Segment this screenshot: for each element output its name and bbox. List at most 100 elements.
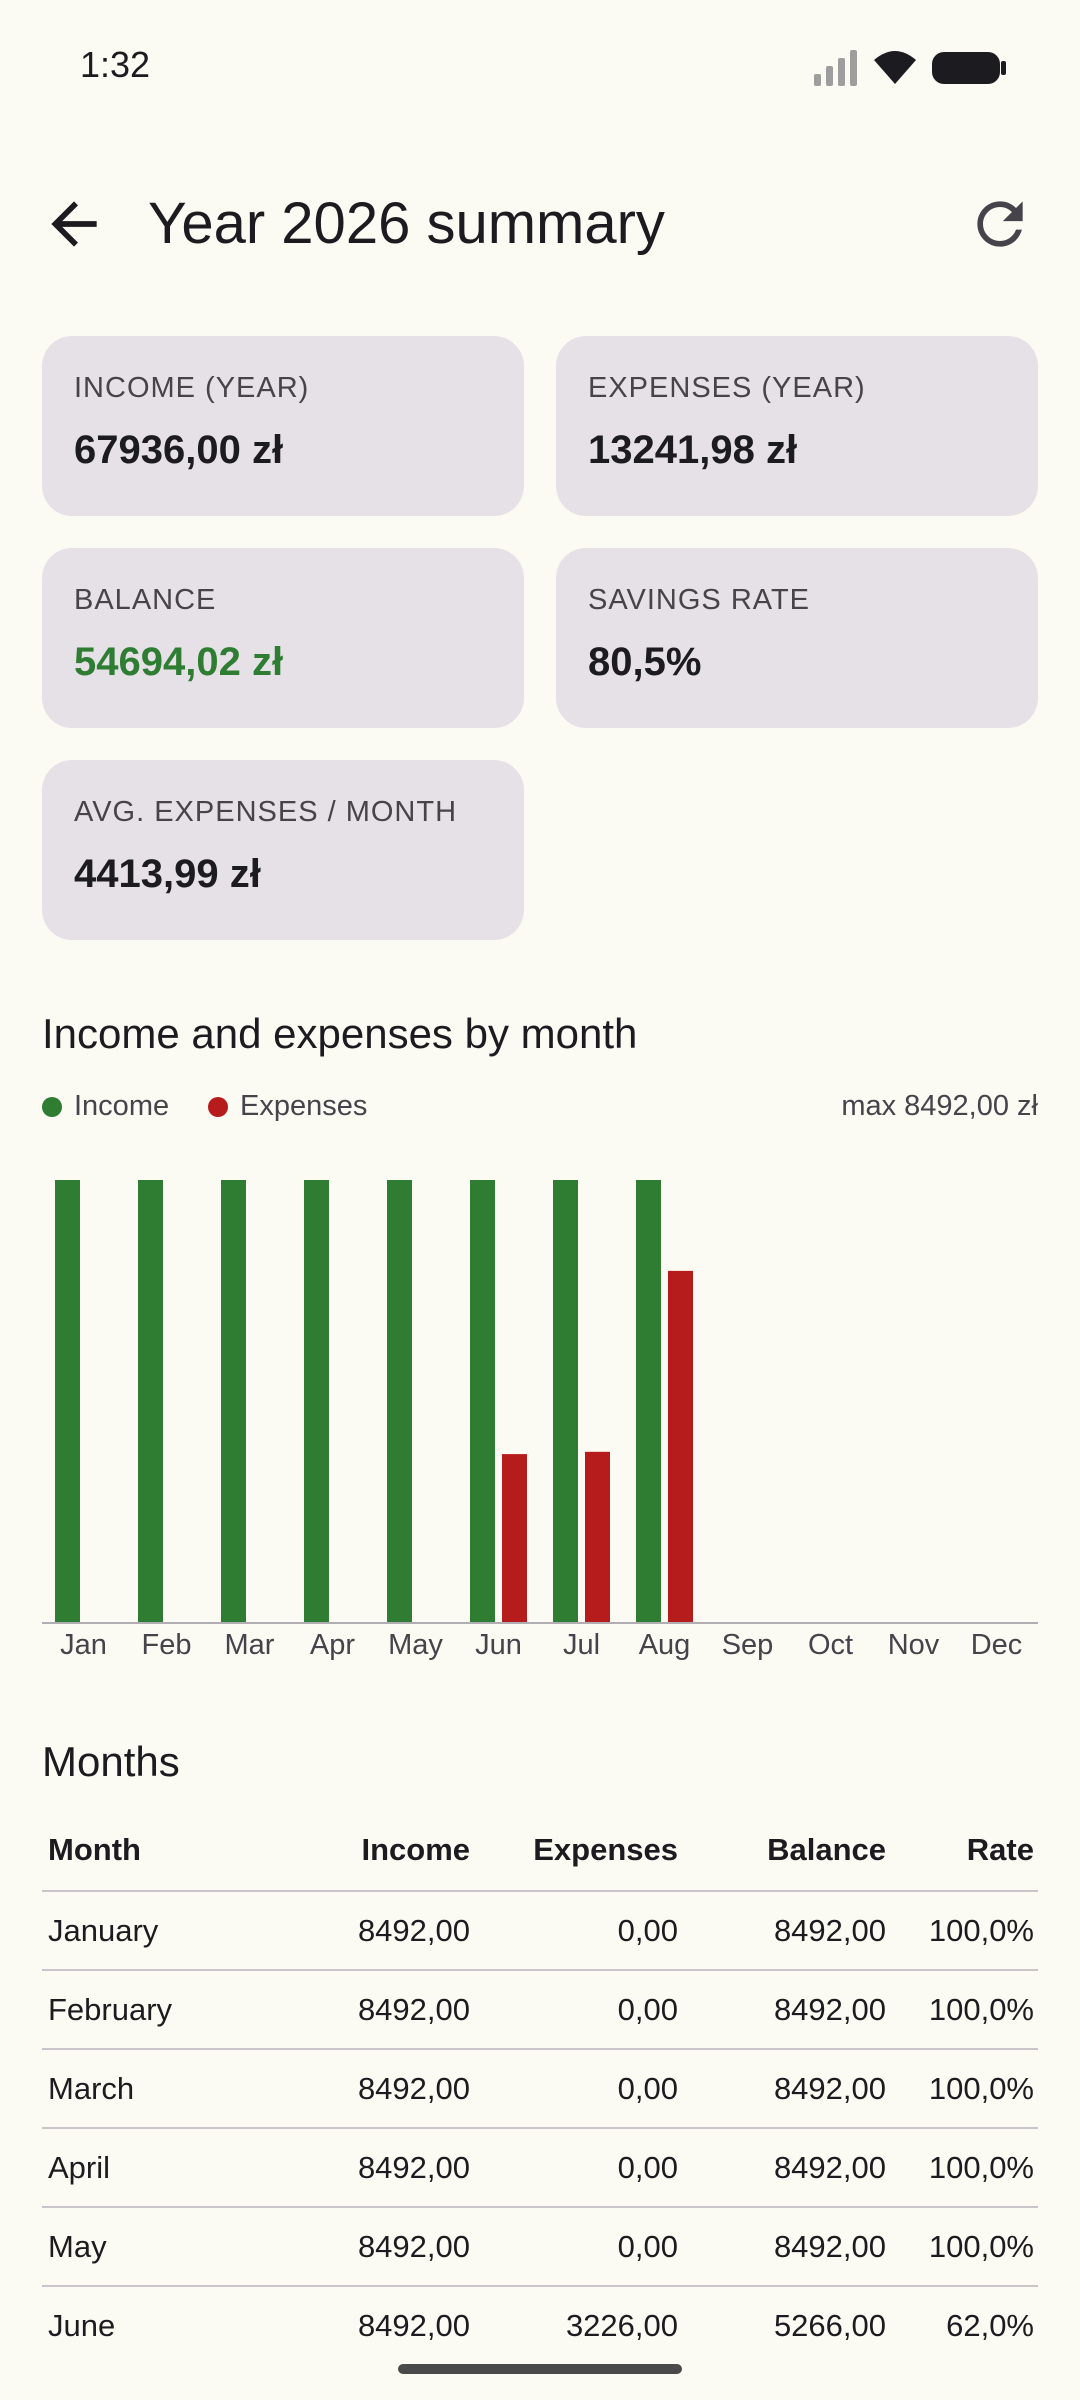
cell-balance: 8492,00 [773,1913,886,1948]
months-table: Month Income Expenses Balance Rate Janua… [42,1810,1038,2364]
income-bar-jul [553,1180,578,1622]
refresh-icon [977,201,1023,247]
table-header-row: Month Income Expenses Balance Rate [42,1810,1038,1892]
cell-month: May [48,2229,107,2264]
chart-section-title: Income and expenses by month [42,1010,638,1057]
x-tick-label-apr: Apr [310,1629,355,1661]
legend-income-dot [42,1097,62,1117]
cell-rate: 100,0% [928,2150,1034,2185]
cell-month: February [48,1992,173,2027]
expenses-card-label: EXPENSES (YEAR) [588,372,866,404]
cell-month: June [48,2308,116,2343]
legend-income: Income [42,1090,169,1123]
income-card: INCOME (YEAR) 67936,00 zł [42,336,524,516]
table-row: June 8492,00 3226,00 5266,00 62,0% [42,2287,1038,2364]
savings-rate-card-value: 80,5% [588,640,702,684]
cell-expenses: 3226,00 [565,2308,678,2343]
home-indicator[interactable] [398,2364,682,2374]
expenses-card: EXPENSES (YEAR) 13241,98 zł [556,336,1038,516]
cell-expenses: 0,00 [617,1992,678,2027]
legend-expenses: Expenses [208,1090,367,1123]
balance-card-label: BALANCE [74,584,217,616]
cell-month: March [48,2071,135,2106]
expenses-bar-jun [502,1454,527,1622]
header-month: Month [48,1832,141,1867]
expenses-card-value: 13241,98 zł [588,428,798,472]
cell-balance: 8492,00 [773,2150,886,2185]
x-tick-label-may: May [388,1629,443,1661]
status-bar: 1:32 [0,0,1080,130]
income-bar-aug [636,1180,661,1622]
header-income: Income [361,1832,470,1867]
cell-month: April [48,2150,111,2185]
cell-expenses: 0,00 [617,2150,678,2185]
income-bar-jun [470,1180,495,1622]
bar-chart: Jan Feb Mar Apr May Jun Jul Aug Sep Oct Nov Dec [42,1180,1038,1661]
cell-income: 8492,00 [357,1913,470,1948]
cell-month: January [48,1913,159,1948]
cell-balance: 8492,00 [773,2071,886,2106]
top-app-bar: Year 2026 summary [0,160,1080,280]
cell-income: 8492,00 [357,1992,470,2027]
cell-rate: 100,0% [928,2071,1034,2106]
avg-expenses-card-value: 4413,99 zł [74,852,261,896]
income-bar-may [387,1180,412,1622]
balance-card: BALANCE 54694,02 zł [42,548,524,728]
savings-rate-card: SAVINGS RATE 80,5% [556,548,1038,728]
cell-rate: 100,0% [928,1913,1034,1948]
cell-rate: 62,0% [946,2308,1034,2343]
balance-card-value: 54694,02 zł [74,640,284,684]
cell-expenses: 0,00 [617,2071,678,2106]
cell-balance: 5266,00 [773,2308,886,2343]
x-tick-label-aug: Aug [639,1629,691,1661]
x-tick-label-oct: Oct [808,1629,853,1661]
page-title: Year 2026 summary [148,191,665,256]
months-section-title: Months [42,1738,180,1785]
x-tick-label-jan: Jan [60,1629,107,1661]
expenses-bar-aug [668,1270,693,1622]
refresh-button[interactable] [966,190,1034,258]
header-rate: Rate [966,1832,1034,1867]
cell-expenses: 0,00 [617,1913,678,1948]
back-button[interactable] [40,190,108,258]
income-bar-apr [304,1180,329,1622]
legend-expenses-label: Expenses [240,1090,368,1122]
legend-expenses-dot [208,1097,228,1117]
expenses-bar-jul [585,1451,610,1622]
x-tick-label-jul: Jul [563,1629,600,1661]
avg-expenses-card-label: AVG. EXPENSES / MONTH [74,796,458,828]
cell-rate: 100,0% [928,2229,1034,2264]
cell-income: 8492,00 [357,2229,470,2264]
table-row: March 8492,00 0,00 8492,00 100,0% [42,2050,1038,2129]
savings-rate-card-label: SAVINGS RATE [588,584,811,616]
signal-icon [814,50,857,86]
cell-income: 8492,00 [357,2150,470,2185]
status-time: 1:32 [80,44,151,85]
table-row: February 8492,00 0,00 8492,00 100,0% [42,1971,1038,2050]
income-bar-jan [55,1180,80,1622]
battery-icon [932,52,1006,84]
chart-max-label: max 8492,00 zł [841,1090,1038,1122]
status-icons [812,48,1008,88]
cell-balance: 8492,00 [773,1992,886,2027]
x-tick-label-jun: Jun [475,1629,522,1661]
legend-income-label: Income [74,1090,170,1122]
wifi-icon [874,51,916,84]
income-bar-mar [221,1180,246,1622]
x-tick-label-dec: Dec [971,1629,1023,1661]
x-tick-label-sep: Sep [722,1629,774,1661]
arrow-back-icon [51,201,97,247]
header-balance: Balance [767,1832,886,1867]
income-card-value: 67936,00 zł [74,428,284,472]
cell-rate: 100,0% [928,1992,1034,2027]
avg-expenses-card: AVG. EXPENSES / MONTH 4413,99 zł [42,760,524,940]
header-expenses: Expenses [533,1832,678,1867]
cell-expenses: 0,00 [617,2229,678,2264]
x-tick-label-feb: Feb [142,1629,192,1661]
cell-balance: 8492,00 [773,2229,886,2264]
x-tick-label-mar: Mar [225,1629,275,1661]
table-row: January 8492,00 0,00 8492,00 100,0% [42,1892,1038,1971]
cell-income: 8492,00 [357,2071,470,2106]
income-bar-feb [138,1180,163,1622]
x-tick-label-nov: Nov [888,1629,940,1661]
